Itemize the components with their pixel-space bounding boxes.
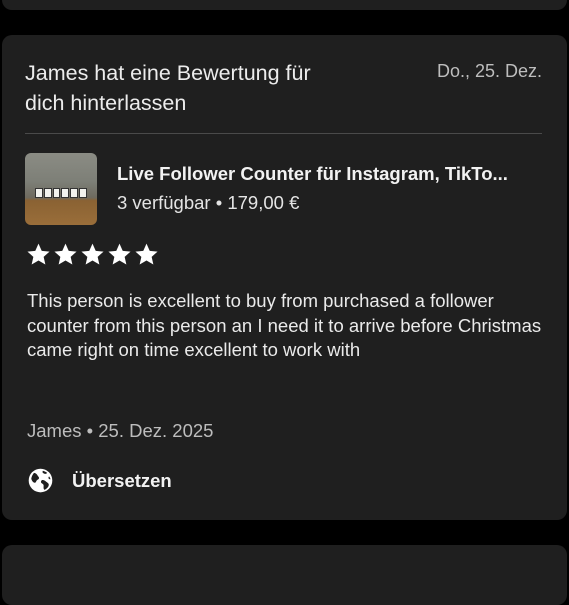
product-price: 179,00 € — [227, 192, 300, 213]
star-icon — [108, 243, 131, 265]
review-text: This person is excellent to buy from pur… — [27, 290, 542, 360]
star-icon — [27, 243, 50, 265]
review-author: James — [27, 420, 82, 441]
star-rating — [26, 242, 159, 267]
translate-label: Übersetzen — [72, 469, 172, 491]
previous-notification-card[interactable] — [2, 0, 567, 10]
notification-date: Do., 25. Dez. — [436, 61, 542, 81]
star-icon — [81, 243, 104, 265]
translate-button[interactable]: Übersetzen — [27, 467, 172, 494]
product-title[interactable]: Live Follower Counter für Instagram, Tik… — [117, 162, 542, 186]
star-icon — [135, 243, 158, 265]
globe-icon — [28, 468, 53, 493]
next-notification-card[interactable] — [2, 545, 567, 605]
product-thumbnail[interactable] — [25, 153, 97, 225]
product-availability: 3 verfügbar — [117, 192, 211, 213]
star-icon — [54, 243, 77, 265]
meta-separator: • — [215, 192, 223, 213]
review-author-line: James • 25. Dez. 2025 — [27, 419, 213, 443]
follower-counter-image — [35, 188, 87, 198]
notification-title: James hat eine Bewertung für dich hinter… — [25, 61, 311, 115]
review-date: 25. Dez. 2025 — [98, 420, 214, 441]
divider — [25, 133, 542, 134]
review-notification-card: James hat eine Bewertung für dich hinter… — [2, 35, 567, 520]
author-separator: • — [86, 420, 94, 441]
product-meta: 3 verfügbar • 179,00 € — [117, 191, 299, 215]
